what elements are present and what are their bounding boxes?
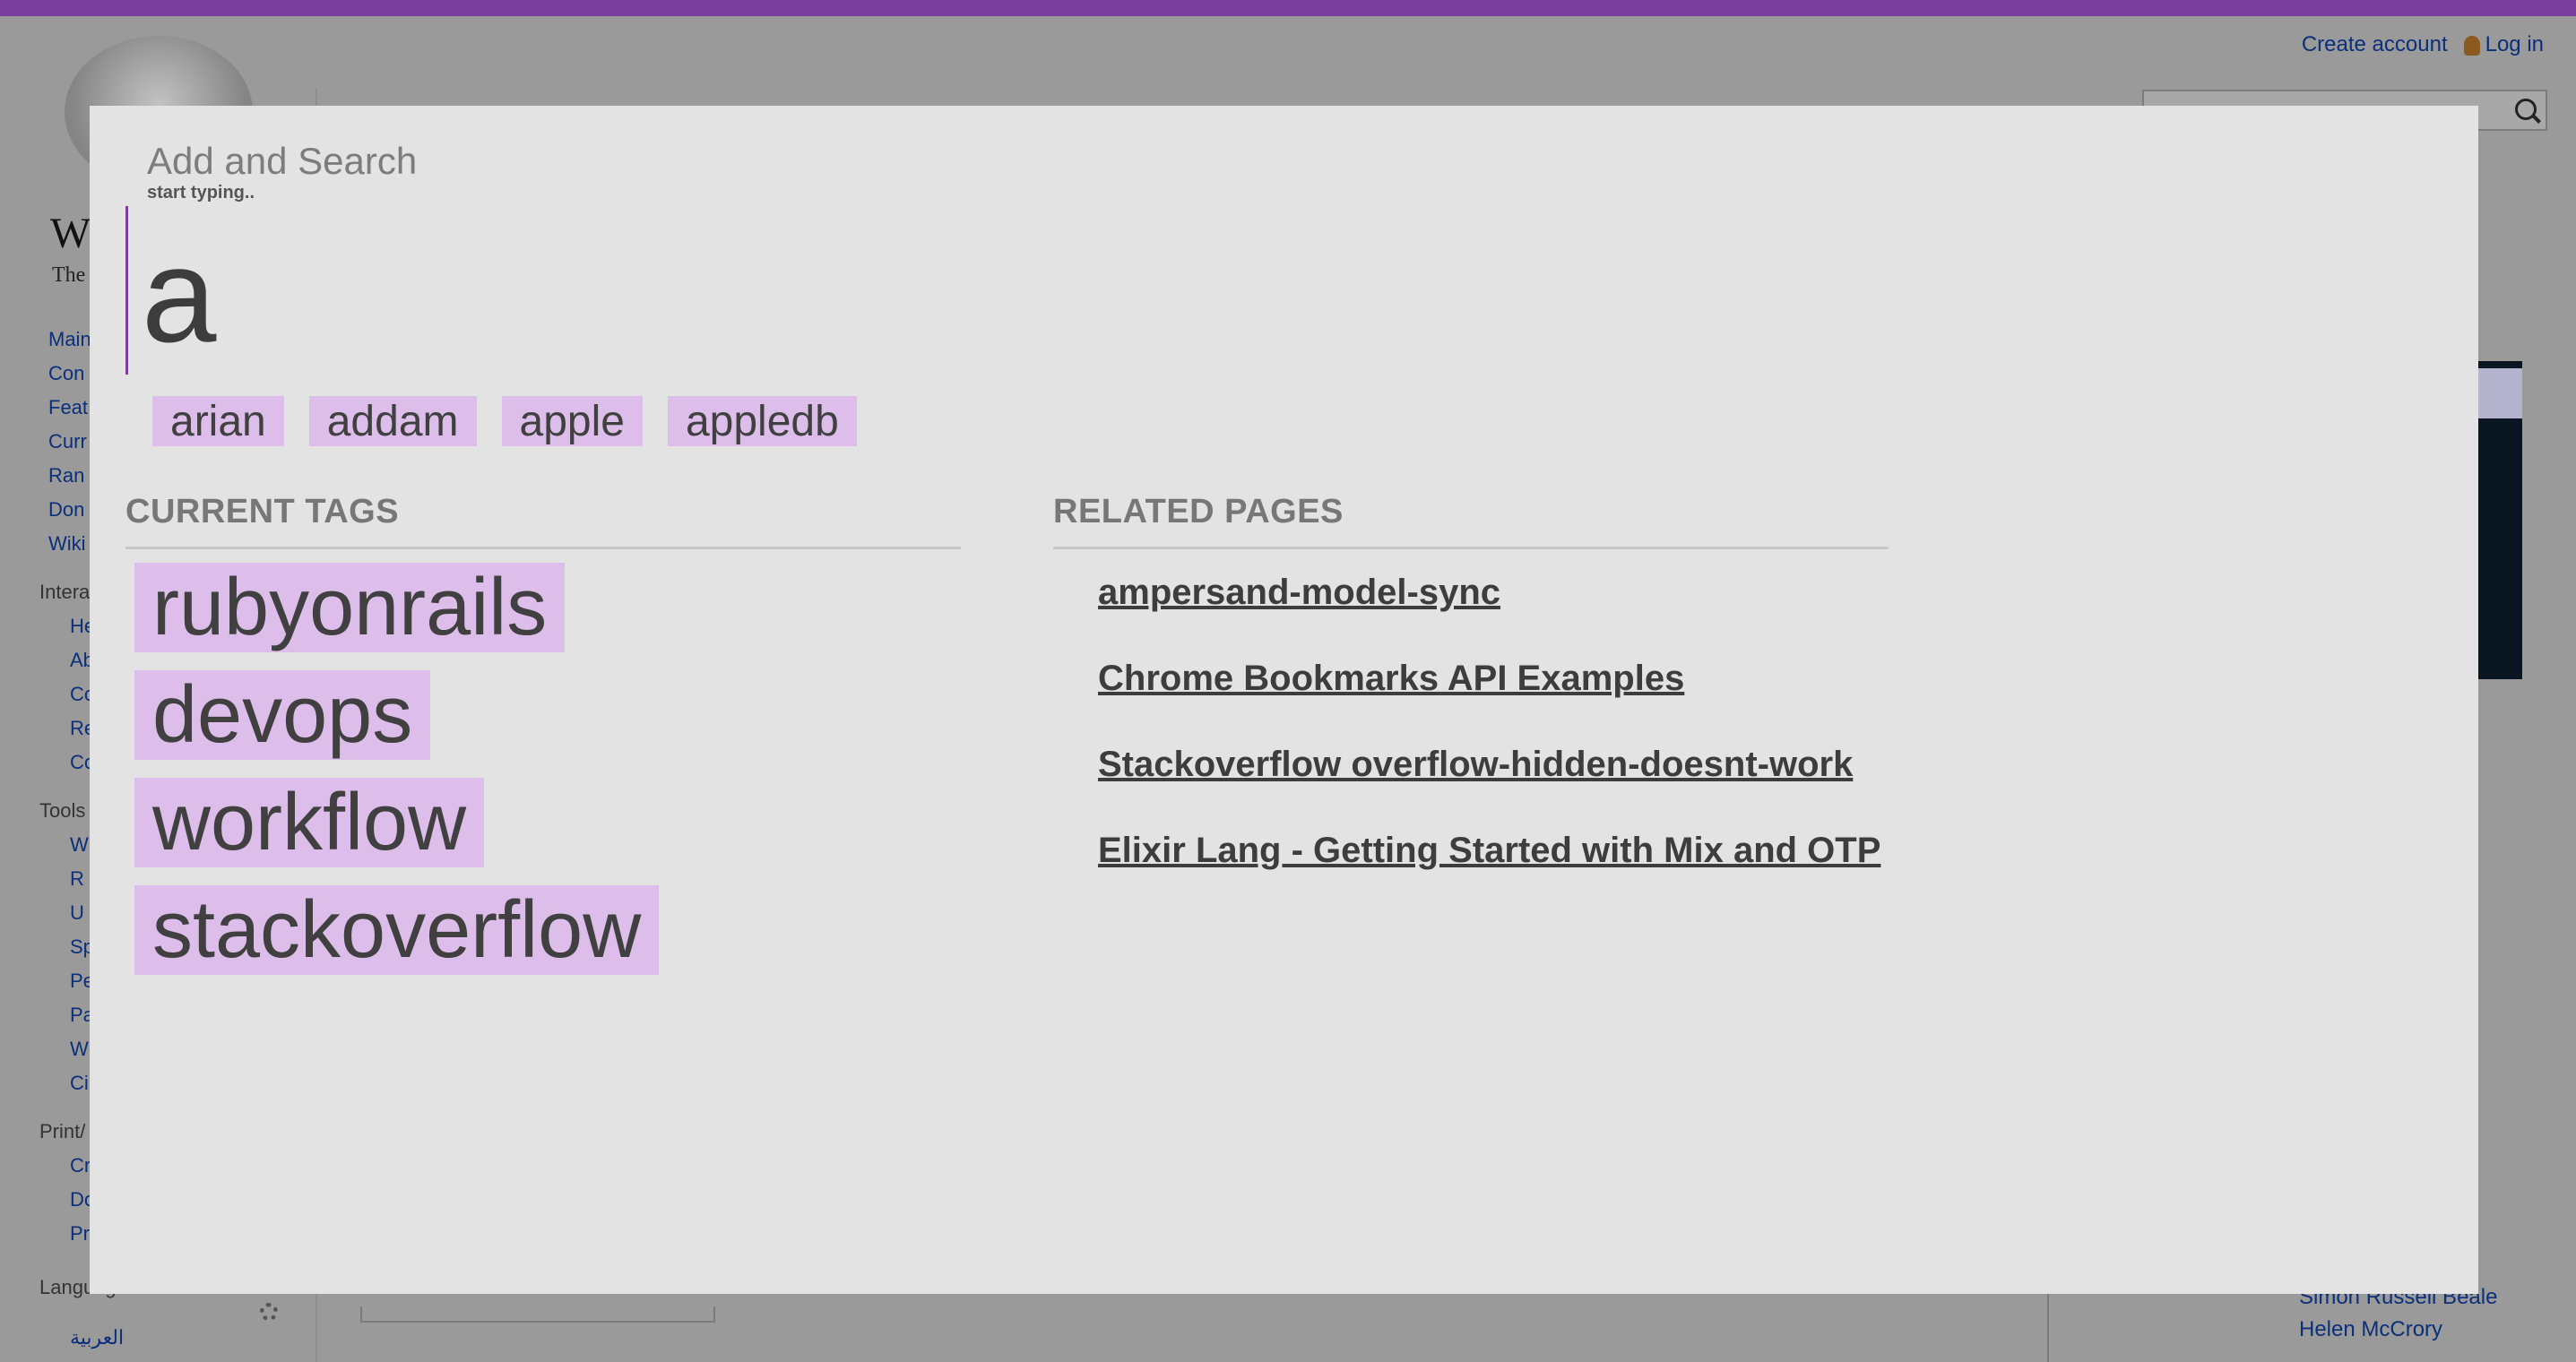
search-hint: start typing.. bbox=[147, 183, 255, 203]
user-icon bbox=[2463, 35, 2480, 56]
sidebar-item-main[interactable]: Main bbox=[48, 328, 91, 351]
suggestion-chip[interactable]: arian bbox=[152, 396, 284, 446]
current-tags-divider bbox=[125, 547, 961, 549]
wiki-tagline: The bbox=[52, 263, 86, 287]
wiki-wordmark: W bbox=[50, 210, 91, 257]
current-tags-heading: CURRENT TAGS bbox=[125, 493, 400, 530]
add-and-search-modal: Add and Search start typing.. arian adda… bbox=[90, 106, 2478, 1294]
sidebar-item-random[interactable]: Ran bbox=[48, 464, 84, 487]
personal-tools: Create account Log in bbox=[2302, 32, 2544, 57]
sidebar-item-current[interactable]: Curr bbox=[48, 430, 87, 453]
log-in-label: Log in bbox=[2485, 32, 2544, 56]
log-in-link[interactable]: Log in bbox=[2463, 32, 2544, 57]
infobox-divider bbox=[2047, 1289, 2049, 1362]
sidebar-item-tool-3[interactable]: U bbox=[70, 901, 84, 925]
suggestion-list: arian addam apple appledb bbox=[152, 396, 857, 446]
related-pages-list: ampersand-model-sync Chrome Bookmarks AP… bbox=[1098, 572, 1880, 916]
sidebar-item-contents[interactable]: Con bbox=[48, 362, 84, 385]
tag-search-input[interactable] bbox=[142, 219, 1217, 371]
language-link-arabic[interactable]: العربية bbox=[70, 1326, 124, 1349]
search-focus-bar bbox=[125, 206, 128, 375]
modal-title: Add and Search bbox=[147, 140, 418, 182]
current-tag[interactable]: rubyonrails bbox=[134, 563, 566, 652]
sidebar-item-tool-1[interactable]: W bbox=[70, 833, 89, 857]
related-pages-divider bbox=[1053, 547, 1889, 549]
suggestion-chip[interactable]: addam bbox=[308, 396, 477, 446]
sidebar-item-tool-2[interactable]: R bbox=[70, 867, 84, 891]
current-tag[interactable]: stackoverflow bbox=[134, 885, 660, 975]
create-account-link[interactable]: Create account bbox=[2302, 32, 2448, 57]
sidebar-item-print-1[interactable]: Cr bbox=[70, 1154, 91, 1177]
page-bottom-box bbox=[360, 1306, 715, 1323]
related-page-link[interactable]: Elixir Lang - Getting Started with Mix a… bbox=[1098, 830, 1880, 871]
current-tag[interactable]: devops bbox=[134, 670, 431, 760]
sidebar-item-tool-8[interactable]: Ci bbox=[70, 1072, 89, 1095]
current-tag[interactable]: workflow bbox=[134, 778, 485, 867]
related-pages-heading: RELATED PAGES bbox=[1053, 493, 1344, 530]
current-tags-list: rubyonrails devops workflow stackoverflo… bbox=[134, 563, 660, 993]
suggestion-chip[interactable]: appledb bbox=[667, 396, 857, 446]
sidebar-item-wiki[interactable]: Wiki bbox=[48, 532, 86, 556]
sidebar-item-featured[interactable]: Feat bbox=[48, 396, 88, 419]
sidebar-heading-tools: Tools bbox=[39, 799, 86, 822]
sidebar-item-tool-7[interactable]: W bbox=[70, 1038, 89, 1061]
sidebar-item-print-3[interactable]: Pr bbox=[70, 1222, 90, 1246]
gear-icon[interactable] bbox=[260, 1303, 278, 1321]
related-page-link[interactable]: ampersand-model-sync bbox=[1098, 572, 1880, 613]
top-accent-bar bbox=[0, 0, 2576, 16]
cast-link[interactable]: Helen McCrory bbox=[2299, 1317, 2442, 1342]
suggestion-chip[interactable]: apple bbox=[501, 396, 643, 446]
search-icon[interactable] bbox=[2515, 99, 2537, 120]
sidebar-item-donate[interactable]: Don bbox=[48, 498, 84, 522]
sidebar-heading-interaction: Intera bbox=[39, 581, 91, 603]
sidebar-heading-print: Print/ bbox=[39, 1120, 86, 1142]
related-page-link[interactable]: Chrome Bookmarks API Examples bbox=[1098, 658, 1880, 699]
infobox-header bbox=[2474, 368, 2522, 418]
related-page-link[interactable]: Stackoverflow overflow-hidden-doesnt-wor… bbox=[1098, 744, 1880, 785]
